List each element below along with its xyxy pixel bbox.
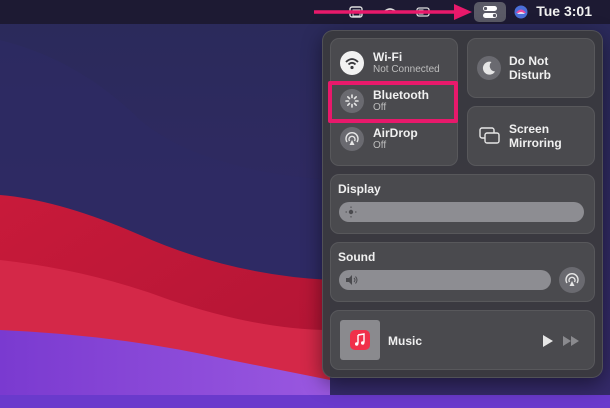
album-art [340,320,380,360]
play-icon[interactable] [541,334,555,348]
airplay-audio-icon [565,273,579,286]
screen-mirroring-icon [479,127,500,144]
siri-icon[interactable] [513,4,529,20]
screen-mirroring-tile[interactable]: Screen Mirroring [467,106,595,166]
control-center-icon [483,6,497,18]
wifi-label: Wi-Fi [373,50,403,64]
airdrop-status: Off [373,140,387,151]
wifi-icon [345,58,359,70]
speaker-icon [346,275,358,285]
wifi-status: Not Connected [373,64,440,75]
moon-icon [482,61,495,75]
music-tile[interactable]: Music [330,310,595,370]
airdrop-icon [345,132,359,145]
wifi-toggle[interactable] [340,51,364,75]
display-brightness-slider[interactable] [339,202,584,222]
menu-bar: Tue 3:01 [0,0,610,24]
do-not-disturb-toggle[interactable] [477,56,501,80]
fast-forward-icon[interactable] [562,335,582,347]
screen-mirroring-label: Screen Mirroring [509,122,562,150]
music-app-icon [350,330,370,350]
airdrop-label: AirDrop [373,126,418,140]
brightness-icon [345,206,357,218]
display-title: Display [338,182,381,196]
control-center-button[interactable] [474,2,506,22]
do-not-disturb-tile[interactable]: Do Not Disturb [467,38,595,98]
do-not-disturb-label: Do Not Disturb [509,54,551,82]
bluetooth-highlight-box [328,81,458,123]
pointer-arrow [314,4,472,20]
airdrop-toggle[interactable] [340,127,364,151]
display-tile: Display [330,174,595,234]
sound-title: Sound [338,250,376,264]
airplay-audio-button[interactable] [559,267,585,293]
clock[interactable]: Tue 3:01 [536,3,592,19]
sound-tile: Sound [330,242,595,302]
music-title: Music [388,334,423,348]
volume-slider[interactable] [339,270,551,290]
